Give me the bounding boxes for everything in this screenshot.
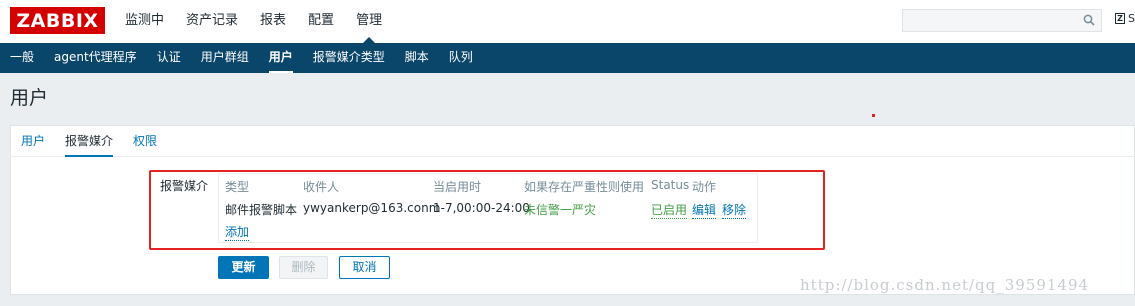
delete-button[interactable]: 删除 [279,256,328,279]
sub-nav-media-types[interactable]: 报警媒介类型 [313,43,385,73]
sub-nav: 一般 agent代理程序 认证 用户群组 用户 报警媒介类型 脚本 队列 [0,43,1135,73]
highlight-frame [149,170,825,250]
top-bar: ZABBIX 监测中 资产记录 报表 配置 管理 Z S [0,0,1135,43]
main-nav-reports[interactable]: 报表 [260,0,286,43]
share-label: S [1128,12,1135,25]
main-nav-configuration[interactable]: 配置 [308,0,334,43]
main-nav-monitoring[interactable]: 监测中 [125,0,164,43]
search-input[interactable] [902,9,1102,32]
share-link[interactable]: Z S [1115,12,1135,25]
search-icon[interactable] [1083,14,1095,26]
sub-nav-authentication[interactable]: 认证 [157,43,181,73]
main-nav-administration[interactable]: 管理 [356,0,382,43]
main-nav-inventory[interactable]: 资产记录 [186,0,238,43]
sub-nav-general[interactable]: 一般 [10,43,34,73]
user-form-panel: 用户 报警媒介 权限 报警媒介 类型 收件人 当启用时 如果存在严重性则使用 S… [10,125,1135,295]
sub-nav-user-groups[interactable]: 用户群组 [201,43,249,73]
cancel-button[interactable]: 取消 [339,256,390,279]
tab-bar: 用户 报警媒介 权限 [11,126,1134,157]
sub-nav-proxies[interactable]: agent代理程序 [54,43,137,73]
sub-nav-users[interactable]: 用户 [268,43,293,73]
share-icon: Z [1115,13,1125,24]
red-marker-dot [872,114,875,117]
sub-nav-queue[interactable]: 队列 [449,43,473,73]
tab-user[interactable]: 用户 [21,126,45,157]
sub-nav-scripts[interactable]: 脚本 [405,43,429,73]
tab-permissions[interactable]: 权限 [133,126,157,157]
tab-media[interactable]: 报警媒介 [65,126,114,157]
watermark: http://blog.csdn.net/qq_39591494 [800,276,1090,294]
zabbix-logo[interactable]: ZABBIX [10,7,105,34]
main-nav: 监测中 资产记录 报表 配置 管理 [125,0,404,43]
update-button[interactable]: 更新 [218,256,269,279]
page-title: 用户 [10,87,49,109]
